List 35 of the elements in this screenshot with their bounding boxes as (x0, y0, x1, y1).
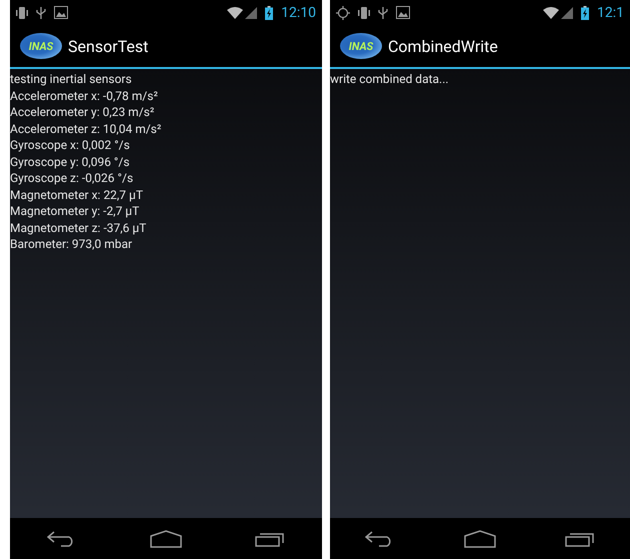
home-button[interactable] (150, 530, 182, 548)
vibrate-icon (16, 6, 28, 20)
recent-apps-button[interactable] (255, 530, 286, 546)
clock: 12:1 (597, 4, 624, 20)
output-line: Accelerometer y: 0,23 m/s² (10, 104, 154, 120)
wifi-icon (227, 6, 244, 18)
image-icon (396, 6, 410, 19)
app-title: SensorTest (68, 36, 148, 56)
usb-icon (378, 6, 388, 20)
clock: 12:10 (281, 4, 316, 20)
battery-charging-icon (265, 6, 274, 20)
app-logo: INAS (340, 33, 382, 59)
output-line: Gyroscope x: 0,002 °/s (10, 137, 130, 154)
wifi-icon (543, 6, 559, 18)
app-logo: INAS (20, 33, 62, 59)
gps-icon (336, 6, 350, 20)
output-line: testing inertial sensors (10, 71, 132, 88)
image-icon (54, 6, 68, 19)
signal-icon (245, 6, 258, 18)
output-line: Gyroscope z: -0,026 °/s (10, 170, 134, 186)
output-line: Barometer: 973,0 mbar (10, 236, 132, 252)
output-line: Accelerometer x: -0,78 m/s² (10, 88, 158, 104)
usb-icon (36, 6, 46, 20)
output-line: Accelerometer z: 10,04 m/s² (10, 120, 162, 137)
output-line: Magnetometer y: -2,7 µT (10, 203, 140, 220)
app-title: CombinedWrite (388, 36, 498, 56)
output-line: write combined data... (330, 71, 449, 88)
battery-charging-icon (581, 6, 589, 20)
vibrate-icon (358, 6, 370, 20)
recent-apps-button[interactable] (565, 530, 596, 546)
output-line: Gyroscope y: 0,096 °/s (10, 154, 130, 170)
home-button[interactable] (464, 530, 496, 548)
signal-icon (561, 6, 573, 18)
output-line: Magnetometer z: -37,6 µT (10, 220, 146, 236)
output-line: Magnetometer x: 22,7 µT (10, 186, 143, 203)
